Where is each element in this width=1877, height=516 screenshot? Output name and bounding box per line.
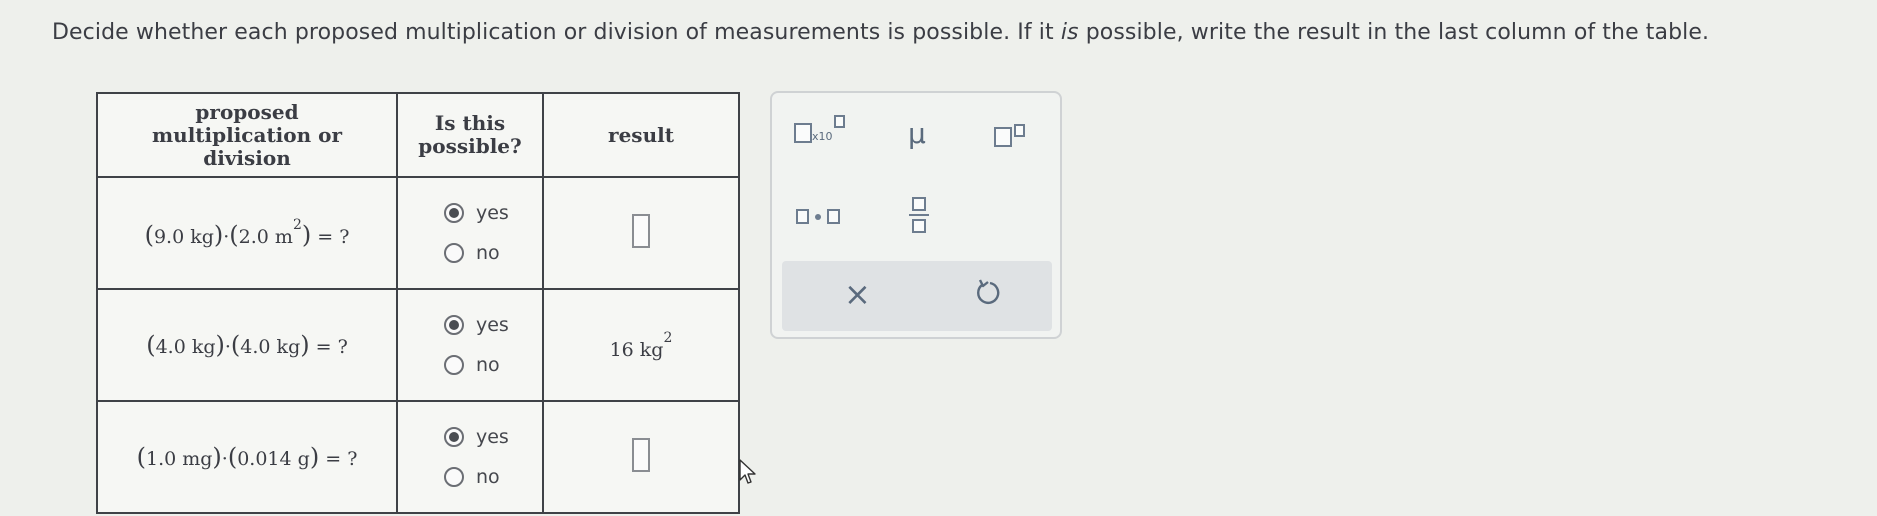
header-result: result [542,92,740,178]
measurements-table: proposed multiplication or division Is t… [96,92,740,514]
proposed-expression: (4.0 kg)·(4.0 kg) = ? [96,288,398,402]
math-palette: x10 μ × [770,91,1062,339]
proposed-expression: (1.0 mg)·(0.014 g) = ? [96,400,398,514]
x-icon[interactable]: × [844,275,871,313]
table-row: (4.0 kg)·(4.0 kg) = ? yes no 16 kg2 [96,288,740,402]
table-row: (1.0 mg)·(0.014 g) = ? yes no [96,400,740,514]
no-option[interactable]: no [444,466,500,488]
yes-radio[interactable] [444,315,464,335]
yes-option[interactable]: yes [444,426,509,448]
instructions-part1: Decide whether each proposed multiplicat… [52,20,1061,45]
fraction-icon[interactable] [909,197,929,233]
instructions-text: Decide whether each proposed multiplicat… [52,20,1709,45]
table-header-row: proposed multiplication or division Is t… [96,92,740,178]
proposed-expression: (9.0 kg)·(2.0 m2) = ? [96,176,398,290]
palette-actions: × [782,261,1052,331]
no-radio[interactable] [444,243,464,263]
result-input[interactable] [632,214,650,248]
x10-box-icon[interactable]: x10 [794,115,845,143]
header-proposed: proposed multiplication or division [96,92,398,178]
table-row: (9.0 kg)·(2.0 m2) = ? yes no [96,176,740,290]
mu-icon[interactable]: μ [908,117,926,150]
no-radio[interactable] [444,355,464,375]
instructions-part2: possible, write the result in the last c… [1078,20,1710,45]
yes-radio[interactable] [444,427,464,447]
possible-choice: yes no [396,288,544,402]
exponent-box-icon[interactable] [994,117,1025,147]
mouse-cursor-icon [739,459,756,484]
yes-option[interactable]: yes [444,202,509,224]
multiply-dot-icon[interactable] [796,209,840,228]
no-radio[interactable] [444,467,464,487]
instructions-emphasis: is [1060,20,1079,45]
yes-radio[interactable] [444,203,464,223]
result-cell [542,400,740,514]
no-option[interactable]: no [444,242,500,264]
undo-icon[interactable] [974,277,1002,311]
no-option[interactable]: no [444,354,500,376]
possible-choice: yes no [396,176,544,290]
result-input[interactable] [632,438,650,472]
result-cell [542,176,740,290]
result-input[interactable]: 16 kg2 [610,330,673,361]
header-possible: Is this possible? [396,92,544,178]
result-cell: 16 kg2 [542,288,740,402]
possible-choice: yes no [396,400,544,514]
yes-option[interactable]: yes [444,314,509,336]
